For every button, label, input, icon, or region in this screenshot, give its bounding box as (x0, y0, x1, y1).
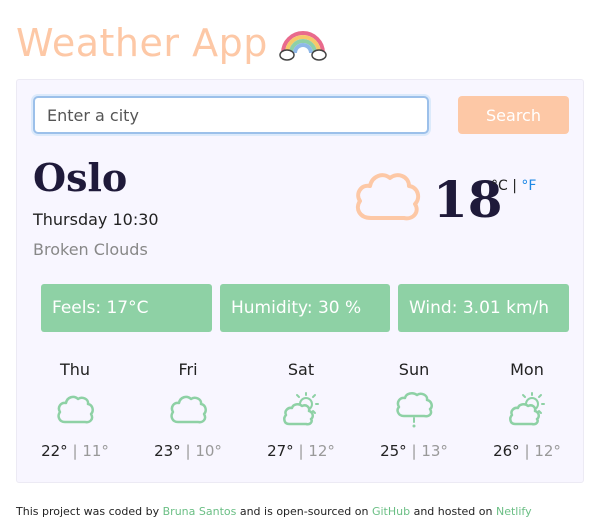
rainbow-icon (279, 31, 327, 61)
forecast-temps: 22° | 11° (25, 442, 125, 460)
weather-card: Search Oslo Thursday 10:30 Broken Clouds… (16, 79, 584, 483)
search-button[interactable]: Search (458, 96, 569, 134)
footer-text: This project was coded by (16, 505, 160, 518)
weather-description: Broken Clouds (33, 240, 148, 259)
forecast-max: 27° (267, 442, 294, 460)
cloud-icon (57, 395, 94, 424)
partly-sunny-icon (283, 392, 319, 426)
forecast-max: 26° (493, 442, 520, 460)
forecast-day-name: Sat (287, 360, 315, 379)
forecast-min: 11° (82, 442, 109, 460)
footer-text: and hosted on (413, 505, 493, 518)
forecast-day-name: Fri (178, 360, 198, 379)
forecast-min: 12° (308, 442, 335, 460)
app-title: Weather App (16, 18, 328, 68)
cloud-icon (355, 173, 421, 221)
forecast-day: Thu 22° | 11° (25, 358, 125, 460)
wind-badge: Wind: 3.01 km/h (398, 284, 569, 332)
search-input[interactable] (33, 96, 429, 134)
forecast-min: 12° (534, 442, 561, 460)
forecast-day-name: Mon (510, 360, 544, 379)
forecast-separator: | (185, 442, 191, 460)
unit-fahrenheit-link[interactable]: °F (521, 178, 536, 194)
forecast-max: 25° (380, 442, 407, 460)
forecast-temps: 26° | 12° (477, 442, 577, 460)
forecast-min: 10° (195, 442, 222, 460)
city-name: Oslo (33, 155, 128, 200)
forecast-separator: | (72, 442, 78, 460)
forecast-temps: 27° | 12° (251, 442, 351, 460)
forecast-separator: | (411, 442, 417, 460)
feels-like-badge: Feels: 17°C (41, 284, 212, 332)
github-link[interactable]: GitHub (372, 505, 410, 518)
humidity-badge: Humidity: 30 % (220, 284, 390, 332)
cloud-icon (170, 395, 207, 424)
forecast-temps: 23° | 10° (138, 442, 238, 460)
forecast-max: 23° (154, 442, 181, 460)
forecast-separator: | (298, 442, 304, 460)
forecast-day: Sun 25° | 13° (364, 358, 464, 460)
current-datetime: Thursday 10:30 (33, 210, 159, 229)
forecast-min: 13° (421, 442, 448, 460)
unit-celsius[interactable]: °C (491, 178, 508, 194)
unit-switcher: °C | °F (491, 178, 536, 194)
forecast-day-name: Sun (398, 360, 430, 379)
forecast-separator: | (524, 442, 530, 460)
partly-sunny-icon (509, 392, 545, 426)
footer-text: and is open-sourced on (239, 505, 369, 518)
forecast-day: Mon 26° | 12° (477, 358, 577, 460)
author-link[interactable]: Bruna Santos (163, 505, 237, 518)
app-title-text: Weather App (16, 21, 268, 65)
forecast-day: Sat 27° | 12° (251, 358, 351, 460)
netlify-link[interactable]: Netlify (496, 505, 532, 518)
unit-separator: | (512, 178, 517, 194)
forecast-day-name: Thu (59, 360, 91, 379)
forecast-max: 22° (41, 442, 68, 460)
footer: This project was coded by Bruna Santos a… (16, 505, 532, 518)
rain-icon (396, 392, 433, 428)
forecast-temps: 25° | 13° (364, 442, 464, 460)
forecast-day: Fri 23° | 10° (138, 358, 238, 460)
forecast-row: Thu 22° | 11° Fri 23° | 10° Sat 27° | 12… (17, 358, 585, 468)
